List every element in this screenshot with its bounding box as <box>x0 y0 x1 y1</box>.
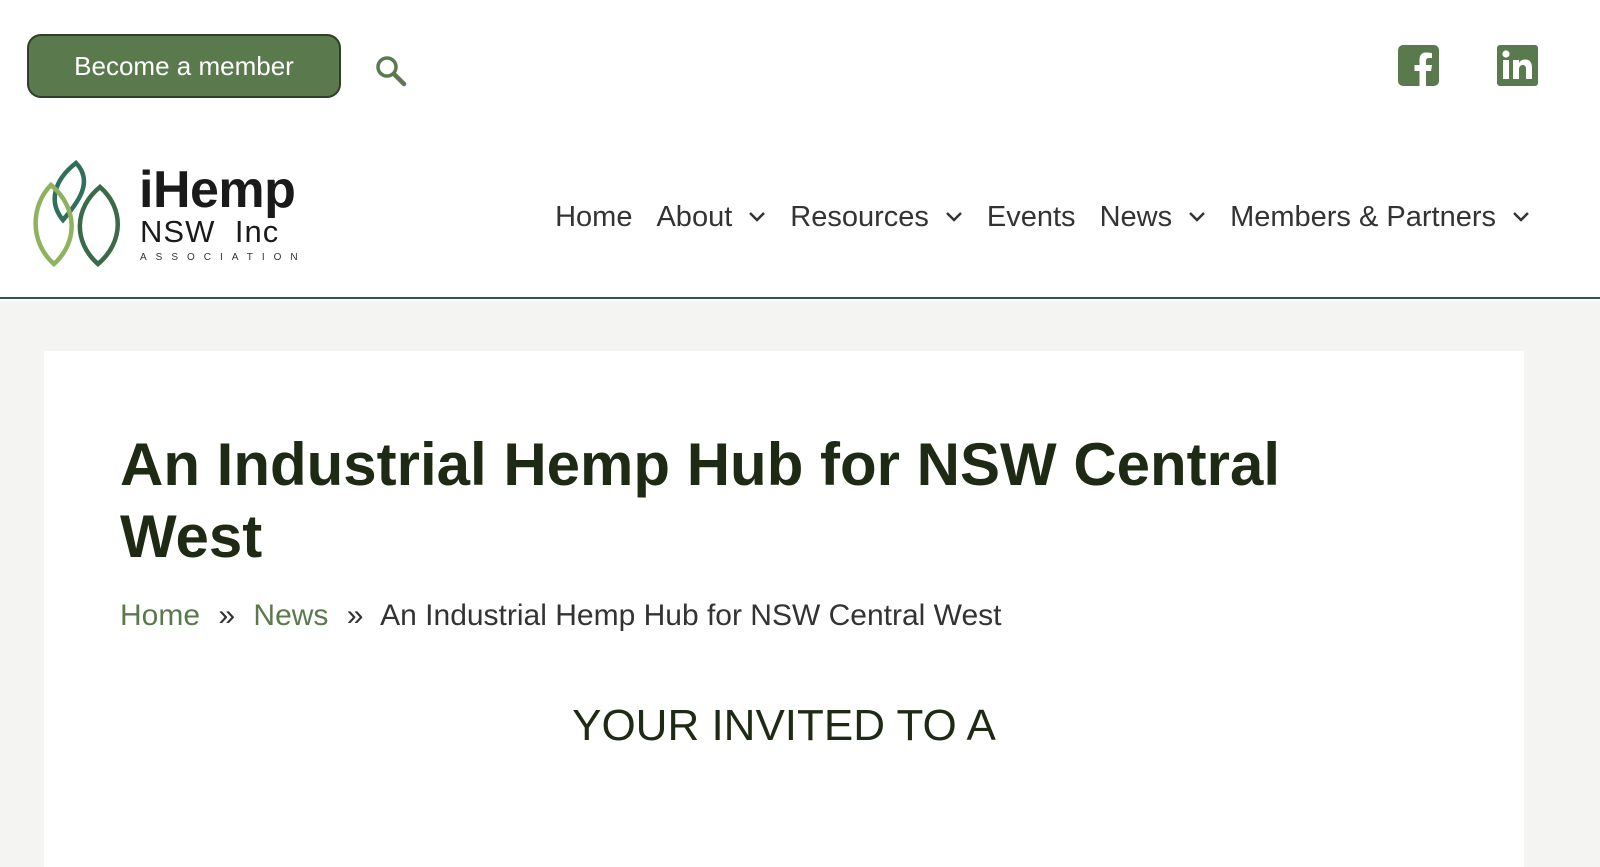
chevron-down-icon <box>749 212 766 222</box>
nav-members-partners[interactable]: Members & Partners <box>1230 201 1530 234</box>
nav-resources[interactable]: Resources <box>790 201 963 234</box>
breadcrumb-separator: » <box>218 599 236 632</box>
breadcrumb-news-link[interactable]: News <box>253 599 328 632</box>
breadcrumb-home-link[interactable]: Home <box>120 599 200 632</box>
article-body-heading: YOUR INVITED TO A <box>572 701 996 750</box>
article-card: An Industrial Hemp Hub for NSW Central W… <box>44 351 1524 867</box>
logo-tagline: ASSOCIATION <box>140 252 307 263</box>
leaf-logo-icon <box>33 160 120 268</box>
main-nav: Home About Resources Events News Members… <box>555 194 1530 240</box>
linkedin-icon[interactable] <box>1497 45 1538 86</box>
chevron-down-icon <box>946 212 962 222</box>
facebook-icon[interactable] <box>1398 45 1439 86</box>
nav-home[interactable]: Home <box>555 201 632 234</box>
site-header: iHemp NSW Inc ASSOCIATION Home About Res… <box>0 130 1600 299</box>
nav-about[interactable]: About <box>656 201 766 234</box>
main-content: An Industrial Hemp Hub for NSW Central W… <box>0 301 1600 867</box>
nav-events[interactable]: Events <box>987 201 1076 234</box>
logo-subtitle: NSW Inc <box>140 214 280 249</box>
chevron-down-icon <box>1189 212 1205 222</box>
top-bar: Become a member <box>0 0 1600 130</box>
page-title: An Industrial Hemp Hub for NSW Central W… <box>120 431 1281 570</box>
nav-news[interactable]: News <box>1100 201 1207 234</box>
breadcrumb-current: An Industrial Hemp Hub for NSW Central W… <box>380 599 1002 632</box>
become-member-button[interactable]: Become a member <box>27 34 341 98</box>
breadcrumb: Home » News » An Industrial Hemp Hub for… <box>120 599 1001 633</box>
search-icon[interactable] <box>374 54 408 88</box>
breadcrumb-separator: » <box>346 599 364 632</box>
site-logo[interactable]: iHemp NSW Inc ASSOCIATION <box>26 160 326 270</box>
chevron-down-icon <box>1513 212 1529 222</box>
logo-title: iHemp <box>139 161 296 219</box>
